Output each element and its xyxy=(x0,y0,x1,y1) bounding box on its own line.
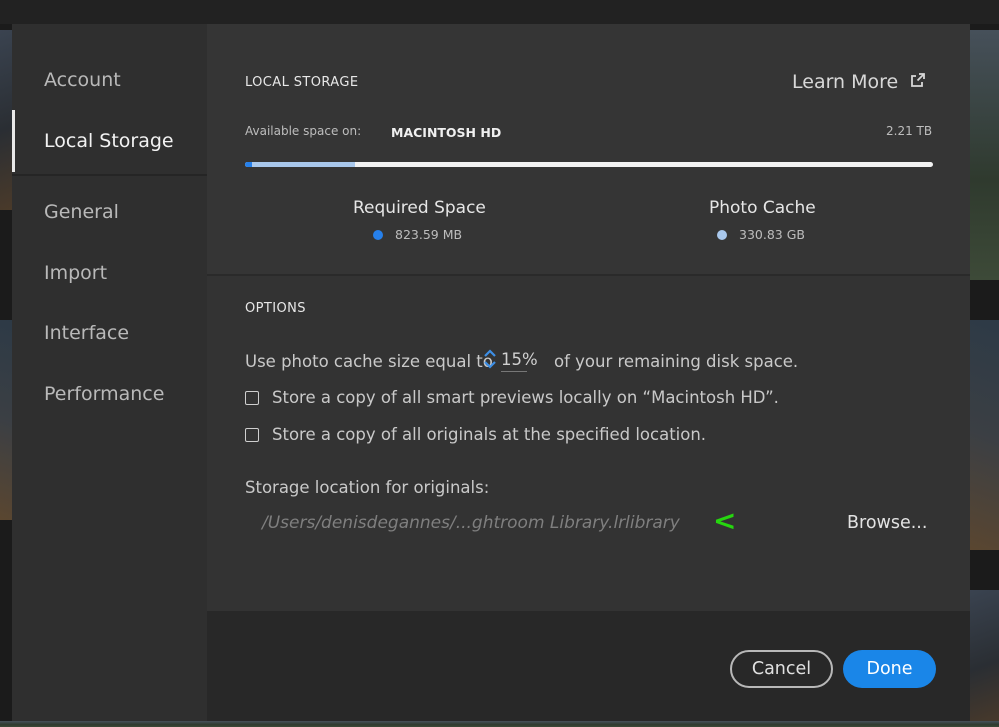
originals-label[interactable]: Store a copy of all originals at the spe… xyxy=(272,425,706,444)
cache-size-suffix: of your remaining disk space. xyxy=(554,352,799,371)
background-photo xyxy=(970,320,999,550)
background-photo xyxy=(0,320,12,520)
required-space-legend-dot xyxy=(373,229,383,240)
section-heading-options: OPTIONS xyxy=(245,301,306,316)
storage-location-label: Storage location for originals: xyxy=(245,478,490,497)
photo-cache-legend-dot xyxy=(717,229,727,240)
annotation-arrow-marker: < xyxy=(713,504,737,537)
section-heading-local-storage: LOCAL STORAGE xyxy=(245,75,359,90)
background-photo xyxy=(970,30,999,280)
section-divider xyxy=(207,274,970,276)
cancel-button[interactable]: Cancel xyxy=(730,650,833,688)
stepper-up-down-icon[interactable] xyxy=(483,348,497,370)
required-space-usage-fill xyxy=(245,162,252,167)
cache-size-prefix: Use photo cache size equal to xyxy=(245,352,493,371)
sidebar-item-performance[interactable]: Performance xyxy=(12,383,207,405)
done-button[interactable]: Done xyxy=(843,650,936,688)
local-storage-section: LOCAL STORAGE Learn More Available space… xyxy=(207,24,970,274)
preferences-dialog: Account Local Storage General Import Int… xyxy=(12,24,970,721)
smart-previews-checkbox[interactable] xyxy=(245,391,259,405)
sidebar-item-interface[interactable]: Interface xyxy=(12,322,207,344)
preferences-content: LOCAL STORAGE Learn More Available space… xyxy=(207,24,970,611)
drive-name: MACINTOSH HD xyxy=(391,125,502,140)
sidebar-item-general[interactable]: General xyxy=(12,201,207,223)
browse-button[interactable]: Browse... xyxy=(847,513,927,533)
photo-cache-value: 330.83 GB xyxy=(717,227,805,242)
preferences-sidebar: Account Local Storage General Import Int… xyxy=(12,24,207,721)
required-space-title: Required Space xyxy=(353,198,486,218)
drive-total-space: 2.21 TB xyxy=(886,124,933,138)
photo-cache-usage-fill xyxy=(245,162,356,167)
cache-percent-input[interactable]: 15% xyxy=(501,350,538,372)
background-photo xyxy=(0,30,12,210)
background-toolbar xyxy=(0,0,999,24)
background-photo xyxy=(970,590,999,727)
storage-location-path: /Users/denisdegannes/...ghtroom Library.… xyxy=(262,513,680,533)
sidebar-item-account[interactable]: Account xyxy=(12,69,207,91)
storage-usage-bar xyxy=(245,162,933,167)
learn-more-label: Learn More xyxy=(792,71,899,93)
smart-previews-label[interactable]: Store a copy of all smart previews local… xyxy=(272,388,779,407)
external-link-icon xyxy=(910,71,926,93)
required-space-value: 823.59 MB xyxy=(373,227,462,242)
required-space-amount: 823.59 MB xyxy=(395,227,463,242)
photo-cache-title: Photo Cache xyxy=(709,198,816,218)
originals-checkbox[interactable] xyxy=(245,428,259,442)
sidebar-item-local-storage[interactable]: Local Storage xyxy=(12,110,207,172)
photo-cache-amount: 330.83 GB xyxy=(739,227,805,242)
sidebar-item-import[interactable]: Import xyxy=(12,262,207,284)
learn-more-link[interactable]: Learn More xyxy=(792,71,926,93)
background-photo xyxy=(0,721,999,727)
sidebar-divider xyxy=(12,174,207,176)
available-space-label: Available space on: xyxy=(245,124,362,138)
